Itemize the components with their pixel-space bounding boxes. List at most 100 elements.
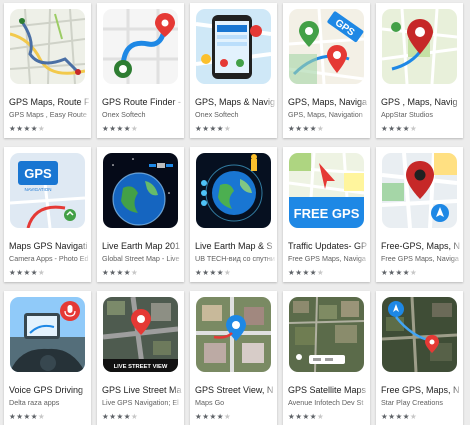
rating-stars: ★★★★★ bbox=[288, 412, 324, 421]
map-pin-icon bbox=[382, 9, 457, 84]
star-icon: ★ bbox=[402, 412, 410, 421]
app-card[interactable]: GPS Maps, Route F GPS Maps , Easy Route … bbox=[4, 3, 91, 138]
star-icon: ★ bbox=[209, 124, 217, 133]
app-card[interactable]: GPS NAVIGATION Maps GPS Navigati Camera … bbox=[4, 147, 91, 282]
app-grid: GPS Maps, Route F GPS Maps , Easy Route … bbox=[4, 3, 463, 425]
app-developer: GPS, Maps, Navigation bbox=[288, 110, 363, 119]
star-icon: ★ bbox=[130, 124, 139, 133]
star-icon: ★ bbox=[223, 412, 232, 421]
app-card[interactable]: GPS , Maps, Navig AppStar Studios ★★★★★ bbox=[376, 3, 463, 138]
star-icon: ★ bbox=[130, 268, 139, 277]
app-card[interactable]: GPS Route Finder - Onex Softech ★★★★★ bbox=[97, 3, 184, 138]
rating-stars: ★★★★★ bbox=[9, 412, 45, 421]
star-icon: ★ bbox=[37, 124, 46, 133]
app-title: Voice GPS Driving bbox=[9, 385, 84, 395]
rating-stars: ★★★★★ bbox=[102, 268, 138, 277]
star-icon: ★ bbox=[309, 268, 317, 277]
star-icon: ★ bbox=[316, 268, 325, 277]
star-icon: ★ bbox=[302, 124, 310, 133]
app-title: GPS , Maps, Navig bbox=[381, 97, 458, 107]
star-icon: ★ bbox=[23, 268, 31, 277]
app-card[interactable]: Voice GPS Driving Delta raza apps ★★★★★ bbox=[4, 291, 91, 425]
star-icon: ★ bbox=[316, 124, 325, 133]
app-developer: Global Street Map - Live bbox=[102, 254, 180, 263]
app-card[interactable]: LIVE STREET VIEW GPS Live Street Ma Live… bbox=[97, 291, 184, 425]
app-title: GPS, Maps, Naviga bbox=[288, 97, 368, 107]
star-icon: ★ bbox=[395, 268, 403, 277]
rating-stars: ★★★★★ bbox=[9, 268, 45, 277]
star-icon: ★ bbox=[409, 412, 418, 421]
street-view-pin-icon bbox=[196, 297, 271, 372]
app-title: GPS Maps, Route F bbox=[9, 97, 89, 107]
star-icon: ★ bbox=[302, 268, 310, 277]
free-gps-badge: FREE GPS bbox=[294, 206, 360, 221]
app-card[interactable]: Live Earth Map 201 Global Street Map - L… bbox=[97, 147, 184, 282]
app-card[interactable]: Free-GPS, Maps, N Free GPS Maps, Naviga … bbox=[376, 147, 463, 282]
free-gps-icon: FREE GPS bbox=[289, 153, 364, 228]
rating-stars: ★★★★★ bbox=[102, 124, 138, 133]
star-icon: ★ bbox=[116, 268, 124, 277]
rating-stars: ★★★★★ bbox=[381, 412, 417, 421]
app-title: GPS, Maps & Navig bbox=[195, 97, 275, 107]
live-street-view-badge: LIVE STREET VIEW bbox=[114, 364, 168, 370]
app-title: Maps GPS Navigati bbox=[9, 241, 88, 251]
app-developer: GPS Maps , Easy Route bbox=[9, 110, 87, 119]
app-card[interactable]: GPS Street View, N Maps Go ★★★★★ bbox=[190, 291, 277, 425]
app-title: Live Earth Map 201 bbox=[102, 241, 181, 251]
star-icon: ★ bbox=[223, 124, 232, 133]
free-gps-pin-icon bbox=[382, 153, 457, 228]
star-icon: ★ bbox=[37, 268, 46, 277]
app-title: GPS Route Finder - bbox=[102, 97, 182, 107]
star-icon: ★ bbox=[123, 268, 131, 277]
app-card[interactable]: GPS GPS, Maps, Naviga GPS, Maps, Navigat… bbox=[283, 3, 370, 138]
star-icon: ★ bbox=[402, 268, 410, 277]
rating-stars: ★★★★★ bbox=[102, 412, 138, 421]
star-icon: ★ bbox=[30, 412, 38, 421]
app-card[interactable]: Free GPS, Maps, N Star Play Creations ★★… bbox=[376, 291, 463, 425]
star-icon: ★ bbox=[30, 268, 38, 277]
app-developer: AppStar Studios bbox=[381, 110, 433, 119]
star-icon: ★ bbox=[316, 412, 325, 421]
rating-stars: ★★★★★ bbox=[288, 124, 324, 133]
star-icon: ★ bbox=[23, 124, 31, 133]
gps-badge: GPS bbox=[24, 166, 52, 181]
route-finder-icon bbox=[103, 9, 178, 84]
earth-globe-icon bbox=[196, 153, 271, 228]
app-developer: Onex Softech bbox=[102, 110, 146, 119]
rating-stars: ★★★★★ bbox=[9, 124, 45, 133]
app-card[interactable]: GPS Satellite Maps Avenue Infotech Dev S… bbox=[283, 291, 370, 425]
app-developer: Delta raza apps bbox=[9, 398, 60, 407]
rating-stars: ★★★★★ bbox=[288, 268, 324, 277]
phone-map-icon bbox=[196, 9, 271, 84]
rating-stars: ★★★★★ bbox=[381, 268, 417, 277]
star-icon: ★ bbox=[209, 268, 217, 277]
rating-stars: ★★★★★ bbox=[195, 124, 231, 133]
app-developer: Maps Go bbox=[195, 398, 225, 407]
star-icon: ★ bbox=[216, 268, 224, 277]
star-icon: ★ bbox=[216, 124, 224, 133]
voice-driving-icon bbox=[10, 297, 85, 372]
star-icon: ★ bbox=[209, 412, 217, 421]
app-developer: Avenue Infotech Dev St bbox=[288, 398, 364, 407]
app-card[interactable]: Live Earth Map & S UB TECH-вид со спутни… bbox=[190, 147, 277, 282]
star-icon: ★ bbox=[309, 412, 317, 421]
star-icon: ★ bbox=[409, 124, 418, 133]
star-icon: ★ bbox=[37, 412, 46, 421]
earth-satellite-icon bbox=[103, 153, 178, 228]
star-icon: ★ bbox=[223, 268, 232, 277]
app-developer: Free GPS Maps, Naviga bbox=[288, 254, 366, 263]
app-developer: Onex Softech bbox=[195, 110, 239, 119]
rating-stars: ★★★★★ bbox=[381, 124, 417, 133]
app-developer: Star Play Creations bbox=[381, 398, 443, 407]
star-icon: ★ bbox=[216, 412, 224, 421]
app-title: Traffic Updates- GP bbox=[288, 241, 368, 251]
star-icon: ★ bbox=[123, 124, 131, 133]
app-card[interactable]: GPS, Maps & Navig Onex Softech ★★★★★ bbox=[190, 3, 277, 138]
rating-stars: ★★★★★ bbox=[195, 268, 231, 277]
app-title: Free GPS, Maps, N bbox=[381, 385, 460, 395]
satellite-navigation-icon bbox=[382, 297, 457, 372]
app-card[interactable]: FREE GPS Traffic Updates- GP Free GPS Ma… bbox=[283, 147, 370, 282]
star-icon: ★ bbox=[409, 268, 418, 277]
star-icon: ★ bbox=[116, 124, 124, 133]
gps-navigation-icon: GPS NAVIGATION bbox=[10, 153, 85, 228]
